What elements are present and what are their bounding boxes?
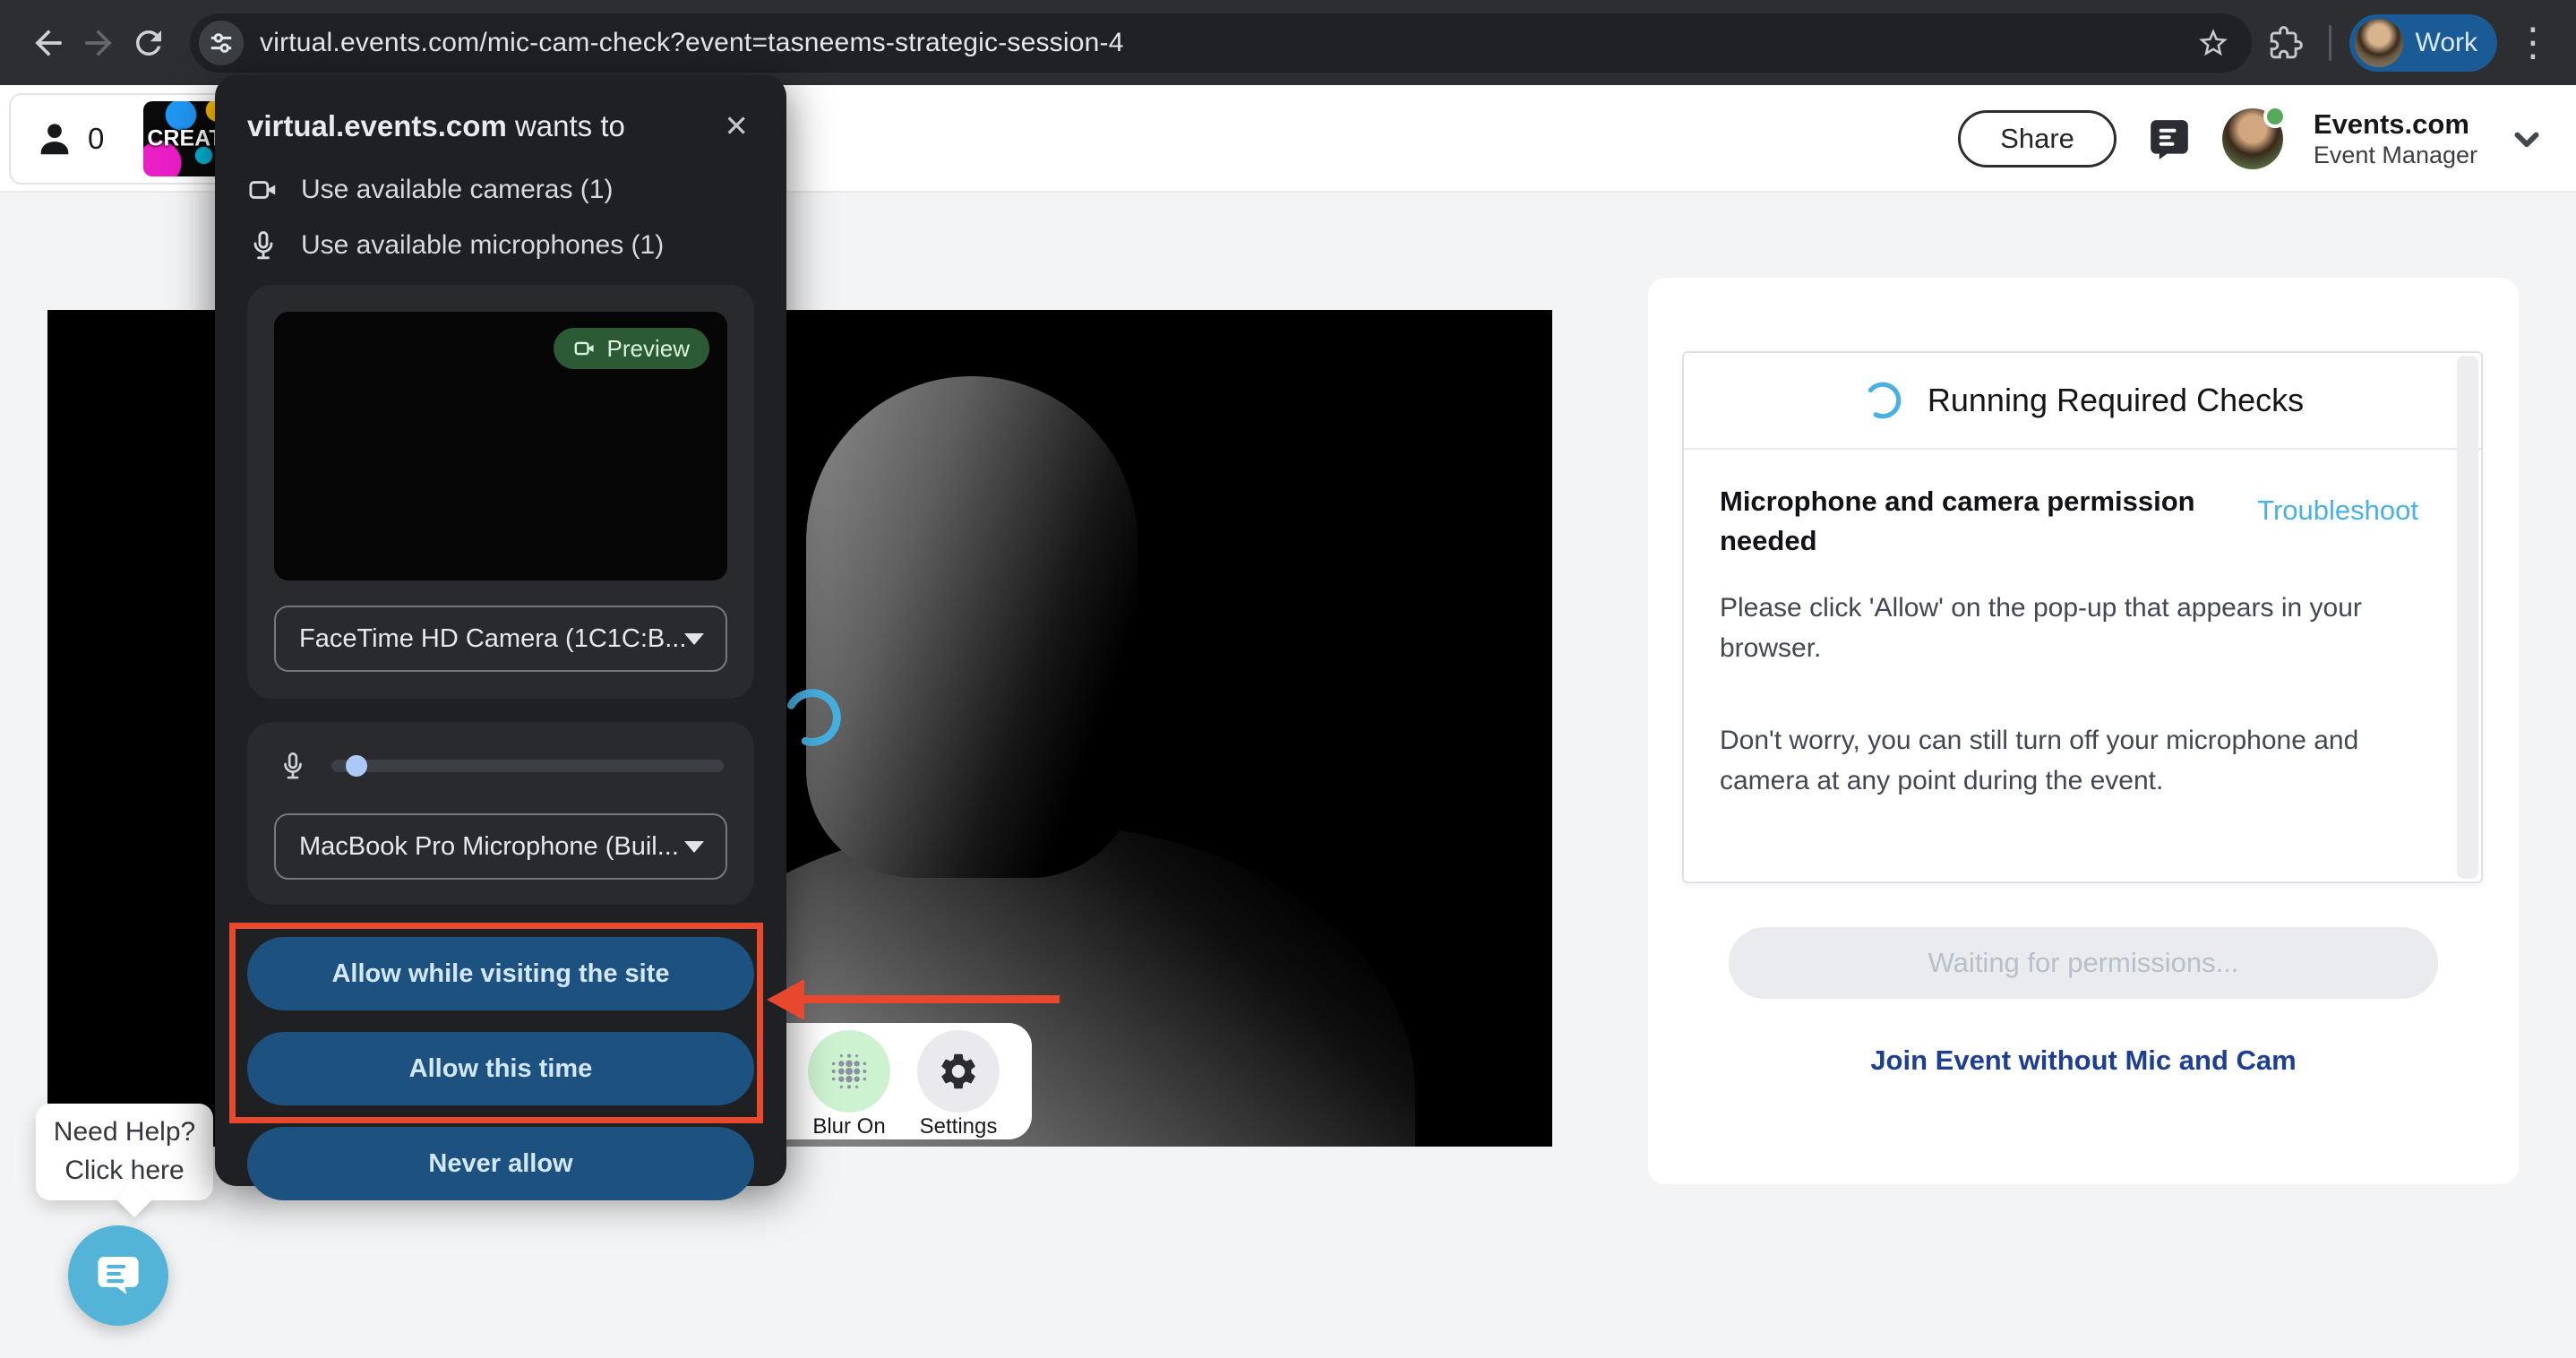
online-status-dot	[2263, 105, 2287, 128]
close-popup-button[interactable]: ✕	[718, 109, 754, 142]
forward-icon	[79, 23, 118, 63]
check-paragraph-2: Don't worry, you can still turn off your…	[1720, 720, 2383, 801]
preview-camera-icon	[573, 337, 597, 360]
extensions-icon	[2269, 26, 2303, 60]
event-notes-icon[interactable]	[2147, 116, 2192, 161]
camera-select-value: FaceTime HD Camera (1C1C:B...	[299, 624, 684, 654]
waiting-permissions-button: Waiting for permissions...	[1729, 927, 2438, 999]
back-button[interactable]	[23, 18, 73, 68]
permission-popup-domain: virtual.events.com	[247, 109, 507, 142]
required-checks-panel: Running Required Checks Microphone and c…	[1648, 278, 2519, 1184]
join-without-devices-link[interactable]: Join Event without Mic and Cam	[1648, 1044, 2519, 1077]
reload-button[interactable]	[124, 18, 174, 68]
mic-level-icon	[278, 751, 308, 781]
toolbar-separator	[2329, 25, 2331, 61]
dropdown-caret-icon	[684, 841, 704, 853]
browser-profile-button[interactable]: Work	[2349, 14, 2497, 72]
allow-this-time-label: Allow this time	[409, 1054, 593, 1084]
permission-popup: virtual.events.com wants to ✕ Use availa…	[215, 75, 786, 1186]
mic-icon	[247, 229, 279, 262]
camera-permission-row: Use available cameras (1)	[247, 174, 754, 206]
settings-button[interactable]: Settings	[912, 1030, 1005, 1139]
camera-device-card: Preview FaceTime HD Camera (1C1C:B...	[247, 285, 754, 699]
checks-panel-title: Running Required Checks	[1928, 382, 2304, 419]
mic-device-card: MacBook Pro Microphone (Buil...	[247, 722, 754, 905]
mic-select-value: MacBook Pro Microphone (Buil...	[299, 832, 684, 862]
browser-menu-button[interactable]: ⋮	[2513, 23, 2553, 63]
site-settings-icon	[208, 30, 235, 56]
chevron-down-icon[interactable]	[2508, 120, 2546, 158]
bookmark-star-icon	[2196, 26, 2230, 60]
blur-toggle-label: Blur On	[812, 1114, 885, 1139]
permission-popup-title: virtual.events.com wants to	[247, 109, 625, 143]
permission-popup-title-rest: wants to	[507, 109, 625, 142]
browser-profile-label: Work	[2416, 28, 2477, 58]
forward-button[interactable]	[73, 18, 124, 68]
account-name: Events.com	[2314, 107, 2477, 141]
preview-badge-label: Preview	[607, 335, 690, 363]
allow-this-time-button[interactable]: Allow this time	[247, 1032, 754, 1105]
checks-spinner-icon	[1861, 379, 1904, 422]
annotation-arrow-line	[788, 995, 1060, 1003]
attendee-count: 0	[88, 122, 104, 156]
support-chat-button[interactable]	[68, 1225, 168, 1326]
blur-toggle-button[interactable]: Blur On	[803, 1030, 896, 1139]
browser-profile-avatar	[2355, 19, 2403, 67]
help-tooltip[interactable]: Need Help? Click here	[36, 1104, 213, 1200]
dropdown-caret-icon	[684, 633, 704, 645]
share-button[interactable]: Share	[1958, 110, 2117, 168]
bookmark-button[interactable]	[2196, 26, 2230, 60]
url-text[interactable]: virtual.events.com/mic-cam-check?event=t…	[260, 28, 2182, 58]
back-icon	[29, 23, 68, 63]
person-silhouette-head	[806, 376, 1138, 878]
site-settings-button[interactable]	[199, 21, 244, 65]
check-paragraph-1: Please click 'Allow' on the pop-up that …	[1720, 588, 2383, 668]
preview-badge: Preview	[554, 328, 709, 369]
url-bar[interactable]: virtual.events.com/mic-cam-check?event=t…	[190, 13, 2252, 73]
extensions-button[interactable]	[2261, 18, 2311, 68]
mic-select[interactable]: MacBook Pro Microphone (Buil...	[274, 813, 727, 880]
camera-preview-box: Preview	[274, 312, 727, 580]
account-role: Event Manager	[2314, 141, 2477, 171]
annotation-arrow-head	[767, 979, 804, 1020]
video-loading-spinner	[779, 684, 846, 751]
attendee-icon	[34, 118, 75, 159]
check-item-title: Microphone and camera permission needed	[1720, 482, 2221, 561]
camera-permission-label: Use available cameras (1)	[301, 175, 613, 205]
never-allow-button[interactable]: Never allow	[247, 1127, 754, 1200]
allow-while-visiting-button[interactable]: Allow while visiting the site	[247, 937, 754, 1010]
preview-toolbar: Blur On Settings	[752, 1023, 1032, 1139]
mic-permission-label: Use available microphones (1)	[301, 230, 664, 261]
never-allow-label: Never allow	[428, 1149, 572, 1179]
attendee-counter: 0	[11, 95, 127, 183]
allow-while-visiting-label: Allow while visiting the site	[331, 959, 669, 989]
camera-select[interactable]: FaceTime HD Camera (1C1C:B...	[274, 606, 727, 672]
help-tooltip-line1: Need Help?	[54, 1113, 195, 1152]
camera-icon	[247, 174, 279, 206]
mic-level-meter	[331, 760, 724, 772]
gear-icon	[937, 1050, 980, 1093]
troubleshoot-link[interactable]: Troubleshoot	[2257, 494, 2418, 527]
share-button-label: Share	[2000, 123, 2074, 155]
account-info: Events.com Event Manager	[2314, 107, 2477, 171]
required-checks-card: Running Required Checks Microphone and c…	[1682, 351, 2483, 883]
chat-bubble-icon	[92, 1250, 144, 1302]
settings-button-label: Settings	[920, 1114, 998, 1139]
account-avatar[interactable]	[2222, 108, 2283, 169]
help-tooltip-line2: Click here	[64, 1152, 184, 1190]
reload-icon	[130, 24, 167, 62]
waiting-permissions-label: Waiting for permissions...	[1928, 947, 2239, 979]
mic-level-indicator	[346, 755, 367, 777]
card-scrollbar[interactable]	[2457, 356, 2478, 879]
browser-toolbar: virtual.events.com/mic-cam-check?event=t…	[0, 0, 2576, 85]
blur-icon	[826, 1048, 872, 1095]
mic-permission-row: Use available microphones (1)	[247, 229, 754, 262]
